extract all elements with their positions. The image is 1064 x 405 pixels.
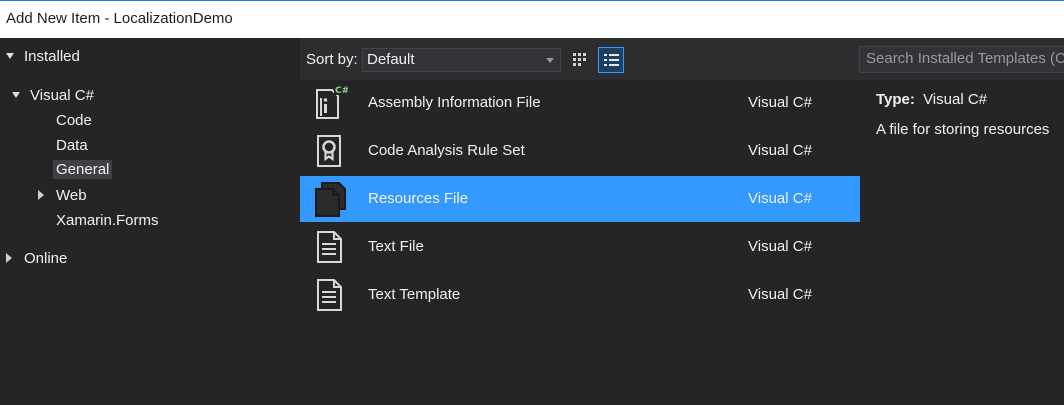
template-language: Visual C# bbox=[748, 286, 812, 303]
tree-node-web-label: Web bbox=[56, 187, 87, 204]
template-language: Visual C# bbox=[748, 94, 812, 111]
template-name: Text Template bbox=[368, 286, 461, 303]
collapsed-arrow-icon[interactable] bbox=[38, 190, 44, 200]
sort-by-value: Default bbox=[367, 51, 415, 68]
tree-node-web[interactable]: Web bbox=[38, 187, 87, 204]
sort-by-label: Sort by: bbox=[306, 51, 358, 68]
template-item-text-template[interactable]: Text Template Visual C# bbox=[300, 272, 860, 318]
text-file-icon bbox=[312, 228, 348, 266]
template-item-code-analysis-rule-set[interactable]: Code Analysis Rule Set Visual C# bbox=[300, 128, 860, 174]
type-value: Visual C# bbox=[923, 91, 988, 108]
tree-node-visual-csharp[interactable]: Visual C# bbox=[12, 87, 94, 104]
svg-text:C#: C# bbox=[335, 86, 348, 96]
window-titlebar: Add New Item - LocalizationDemo bbox=[0, 0, 1064, 38]
template-name: Resources File bbox=[368, 190, 469, 207]
tree-node-xamarin-forms-label: Xamarin.Forms bbox=[56, 212, 159, 229]
template-item-text-file[interactable]: Text File Visual C# bbox=[300, 224, 860, 270]
template-item-resources-file[interactable]: Resources File Visual C# bbox=[300, 176, 860, 222]
template-name: Text File bbox=[368, 238, 424, 255]
list-view-icon bbox=[604, 54, 619, 66]
grid-view-icon bbox=[573, 53, 586, 66]
tree-node-online-label: Online bbox=[24, 250, 68, 267]
expanded-arrow-icon[interactable] bbox=[12, 92, 20, 98]
tree-node-code[interactable]: Code bbox=[56, 112, 92, 129]
resources-file-icon bbox=[312, 180, 348, 218]
tree-node-xamarin-forms[interactable]: Xamarin.Forms bbox=[56, 212, 159, 229]
expanded-arrow-icon[interactable] bbox=[6, 53, 14, 59]
search-templates-placeholder: Search Installed Templates (Ct bbox=[866, 50, 1064, 67]
tree-node-data-label: Data bbox=[56, 137, 88, 154]
template-details-pane: Type: Visual C# A file for storing resou… bbox=[860, 80, 1064, 405]
tree-node-visual-csharp-label: Visual C# bbox=[30, 87, 94, 104]
template-list: C# Assembly Information File Visual C# C… bbox=[300, 80, 860, 405]
template-item-assembly-information-file[interactable]: C# Assembly Information File Visual C# bbox=[300, 80, 860, 126]
tree-node-general[interactable]: General bbox=[53, 160, 113, 179]
text-template-icon bbox=[312, 276, 348, 314]
type-label: Type: bbox=[876, 91, 915, 108]
template-name: Code Analysis Rule Set bbox=[368, 142, 525, 159]
tree-node-data[interactable]: Data bbox=[56, 137, 88, 154]
tree-node-code-label: Code bbox=[56, 112, 92, 129]
tree-node-installed[interactable]: Installed bbox=[6, 48, 80, 65]
list-view-button[interactable] bbox=[598, 47, 624, 73]
template-language: Visual C# bbox=[748, 190, 812, 207]
category-tree: Installed Visual C# Code Data General We… bbox=[0, 38, 300, 405]
assembly-info-icon: C# bbox=[312, 84, 349, 122]
window-title: Add New Item - LocalizationDemo bbox=[6, 10, 233, 27]
small-icons-view-button[interactable] bbox=[567, 47, 593, 73]
template-language: Visual C# bbox=[748, 142, 812, 159]
tree-node-general-label: General bbox=[53, 160, 113, 179]
tree-node-online[interactable]: Online bbox=[6, 250, 67, 267]
template-type-row: Type: Visual C# bbox=[876, 91, 987, 108]
sort-by-dropdown[interactable]: Default bbox=[362, 48, 561, 72]
collapsed-arrow-icon[interactable] bbox=[6, 253, 12, 263]
rule-set-icon bbox=[312, 132, 348, 170]
template-description: A file for storing resources bbox=[876, 121, 1050, 138]
tree-node-installed-label: Installed bbox=[24, 48, 80, 65]
search-templates-input[interactable]: Search Installed Templates (Ct bbox=[859, 46, 1064, 73]
chevron-down-icon bbox=[546, 58, 554, 63]
template-toolbar: Sort by: Default Search Installed Templa… bbox=[300, 38, 1064, 80]
template-language: Visual C# bbox=[748, 238, 812, 255]
template-name: Assembly Information File bbox=[368, 94, 541, 111]
